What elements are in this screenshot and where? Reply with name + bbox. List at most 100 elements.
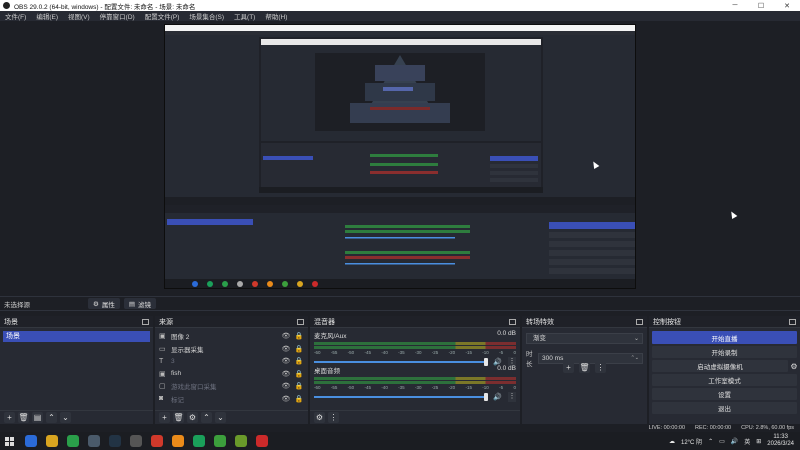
app-icon[interactable] <box>192 435 205 447</box>
menu-docks[interactable]: 停靠窗口(D) <box>95 11 140 21</box>
start-streaming-button[interactable]: 开始直播 <box>652 331 797 344</box>
scene-list-item[interactable]: 场景 <box>3 331 150 342</box>
menu-view[interactable]: 视图(V) <box>63 11 95 21</box>
speaker-icon[interactable]: 🔊 <box>493 393 502 401</box>
menu-profile[interactable]: 配置文件(P) <box>140 11 185 21</box>
scenes-title: 场景 <box>4 318 18 326</box>
app-icon[interactable] <box>150 435 163 447</box>
remove-source-button[interactable]: 🗑 <box>173 412 184 423</box>
menu-tools[interactable]: 工具(T) <box>229 11 260 21</box>
start-virtual-camera-button[interactable]: 启动虚拟摄像机 <box>652 360 788 372</box>
start-recording-button[interactable]: 开始录制 <box>652 346 797 358</box>
keyboard-icon[interactable]: ⊞ <box>756 438 761 445</box>
app-icon[interactable] <box>234 435 247 447</box>
menu-edit[interactable]: 编辑(E) <box>31 11 63 21</box>
undock-icon[interactable] <box>509 318 516 325</box>
menu-file[interactable]: 文件(F) <box>0 11 31 21</box>
bf-icon[interactable] <box>213 435 226 447</box>
weather-cloud-icon[interactable]: ☁ <box>669 438 675 445</box>
tray-expand-icon[interactable]: ⌃ <box>708 438 713 445</box>
visibility-eye-icon[interactable]: 👁 <box>281 382 291 390</box>
track-menu-button[interactable]: ⋮ <box>508 392 516 402</box>
source-item[interactable]: ▢ 游戏此窗口采集 👁 🔒 <box>155 380 308 393</box>
add-scene-button[interactable]: + <box>4 412 15 423</box>
status-bar: LIVE: 00:00:00 REC: 00:00:00 CPU: 2.8%, … <box>0 424 800 432</box>
lock-icon[interactable]: 🔒 <box>294 357 304 365</box>
volume-slider[interactable] <box>314 393 489 401</box>
lock-icon[interactable]: 🔒 <box>294 395 304 403</box>
chevron-down-icon: ⌄ <box>633 336 639 342</box>
source-toolbar: 未选择源 ⚙ 属性 ▤ 滤镜 <box>0 296 800 311</box>
image-icon: ▣ <box>159 370 166 378</box>
source-properties-button[interactable]: ⚙ <box>187 412 198 423</box>
source-item[interactable]: ▣ fish 👁 🔒 <box>155 368 308 381</box>
lock-icon[interactable]: 🔒 <box>294 332 304 340</box>
network-icon[interactable]: ▭ <box>719 438 725 445</box>
minimize-button[interactable]: ─ <box>722 2 748 10</box>
move-up-button[interactable]: ⌃ <box>201 412 212 423</box>
source-item[interactable]: T 3 👁 🔒 <box>155 355 308 368</box>
filters-button[interactable]: ▤ 滤镜 <box>123 298 156 309</box>
steam-icon[interactable] <box>108 435 121 447</box>
maximize-button[interactable]: ☐ <box>748 2 774 10</box>
visibility-eye-icon[interactable]: 👁 <box>281 357 291 365</box>
weather-text[interactable]: 12°C 阴 <box>681 437 702 446</box>
meter-tick: -50 <box>347 385 355 390</box>
lock-icon[interactable]: 🔒 <box>294 382 304 390</box>
meter-tick: -20 <box>448 350 456 355</box>
wechat-icon[interactable] <box>66 435 79 447</box>
visibility-eye-icon[interactable]: 👁 <box>281 332 291 340</box>
preview-area[interactable] <box>0 21 800 294</box>
exit-button[interactable]: 退出 <box>652 402 797 414</box>
undock-icon[interactable] <box>142 318 149 325</box>
track-volume-db: 0.0 dB <box>497 330 516 337</box>
chrome-icon[interactable] <box>171 435 184 447</box>
menu-scene-collection[interactable]: 场景集合(S) <box>184 11 229 21</box>
file-explorer-icon[interactable] <box>45 435 58 447</box>
clock[interactable]: 11:33 2026/3/24 <box>767 434 794 448</box>
lock-icon[interactable]: 🔒 <box>294 370 304 378</box>
track-name: 桌面音频 <box>314 368 340 375</box>
studio-mode-button[interactable]: 工作室模式 <box>652 374 797 386</box>
undock-icon[interactable] <box>789 318 796 325</box>
edge-browser-icon[interactable] <box>24 435 37 447</box>
netease-music-icon[interactable] <box>255 435 268 447</box>
preview-canvas[interactable] <box>164 24 636 289</box>
meter-scale: -60 -55 -50 -45 -40 -35 -30 -25 -20 -15 … <box>314 385 516 390</box>
settings-button[interactable]: 设置 <box>652 388 797 400</box>
source-item[interactable]: ▣ 图像 2 👁 🔒 <box>155 330 308 343</box>
undock-icon[interactable] <box>636 318 643 325</box>
volume-icon[interactable]: 🔊 <box>731 438 738 445</box>
add-source-button[interactable]: + <box>159 412 170 423</box>
add-transition-button[interactable]: + <box>563 362 574 373</box>
windows-start-icon[interactable] <box>5 436 14 446</box>
source-item[interactable]: ▭ 显示器采集 👁 🔒 <box>155 343 308 356</box>
transition-select[interactable]: 渐变 ⌄ <box>526 333 643 344</box>
obs-taskbar-icon[interactable] <box>129 435 142 447</box>
close-button[interactable]: ✕ <box>774 2 800 10</box>
move-down-button[interactable]: ⌄ <box>215 412 226 423</box>
scene-filters-button[interactable]: ▤ <box>32 412 43 423</box>
volume-meter <box>314 381 516 384</box>
remove-transition-button[interactable]: 🗑 <box>579 362 590 373</box>
menu-help[interactable]: 帮助(H) <box>260 11 292 21</box>
visibility-eye-icon[interactable]: 👁 <box>281 370 291 378</box>
remove-scene-button[interactable]: 🗑 <box>18 412 29 423</box>
mixer-menu-button[interactable]: ⋮ <box>328 412 339 423</box>
transition-menu-button[interactable]: ⋮ <box>595 362 606 373</box>
undock-icon[interactable] <box>297 318 304 325</box>
recursive-preview-graphic <box>165 25 635 288</box>
advanced-audio-gear-button[interactable]: ⚙ <box>314 412 325 423</box>
app-icon[interactable] <box>87 435 100 447</box>
visibility-eye-icon[interactable]: 👁 <box>281 395 291 403</box>
move-down-button[interactable]: ⌄ <box>60 412 71 423</box>
lock-icon[interactable]: 🔒 <box>294 345 304 353</box>
virtual-camera-gear-icon[interactable]: ⚙ <box>788 362 800 371</box>
monitor-icon: ▭ <box>159 345 166 353</box>
ime-indicator[interactable]: 英 <box>744 437 750 446</box>
source-item[interactable]: ◙ 标记 👁 🔒 <box>155 393 308 406</box>
move-up-button[interactable]: ⌃ <box>46 412 57 423</box>
properties-button[interactable]: ⚙ 属性 <box>88 298 120 309</box>
volume-slider-handle[interactable] <box>484 393 489 401</box>
visibility-eye-icon[interactable]: 👁 <box>281 345 291 353</box>
